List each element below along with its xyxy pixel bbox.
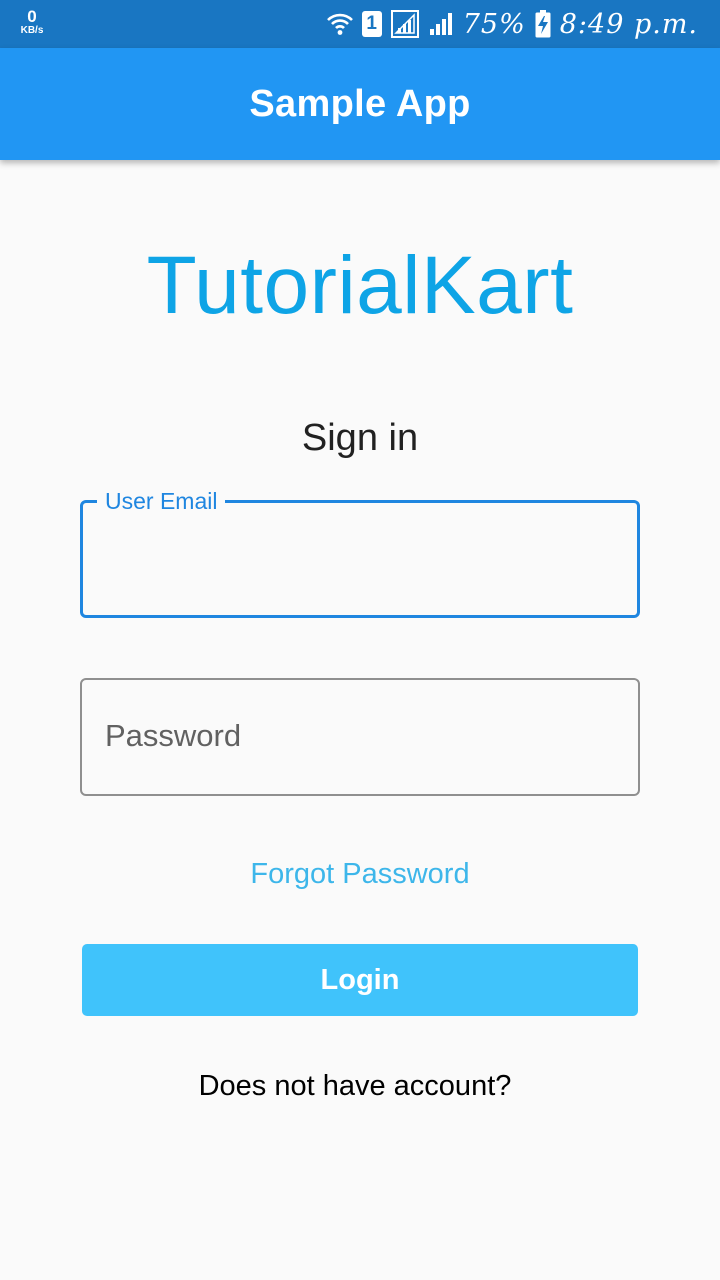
signup-link[interactable]: Does not have account? (0, 1068, 710, 1104)
app-title: Sample App (249, 82, 471, 125)
forgot-password-link[interactable]: Forgot Password (0, 856, 720, 892)
status-bar: 0 KB/s 1 75% 8:49 p.m. (0, 0, 720, 48)
signal-icon (390, 10, 419, 38)
sim-slot-number: 1 (366, 13, 377, 34)
brand-title: TutorialKart (146, 240, 574, 331)
sim-1-icon: 1 (361, 11, 382, 37)
app-bar: Sample App (0, 48, 720, 160)
battery-charging-icon (535, 10, 551, 38)
clock: 8:49 p.m. (559, 8, 698, 40)
login-button[interactable]: Login (82, 944, 638, 1016)
sign-in-heading: Sign in (301, 417, 419, 459)
email-field-label: User Email (97, 487, 226, 515)
network-speed-unit: KB/s (20, 25, 44, 36)
status-icons: 1 75% 8:49 p.m. (326, 0, 698, 48)
signal-icon (428, 11, 454, 37)
network-speed: 0 KB/s (16, 8, 48, 36)
wifi-icon (326, 12, 353, 36)
password-field[interactable]: Password (80, 678, 640, 796)
battery-percent: 75% (462, 8, 526, 40)
email-field[interactable]: User Email (80, 487, 640, 618)
network-speed-value: 0 (27, 7, 37, 26)
password-placeholder: Password (105, 718, 242, 753)
